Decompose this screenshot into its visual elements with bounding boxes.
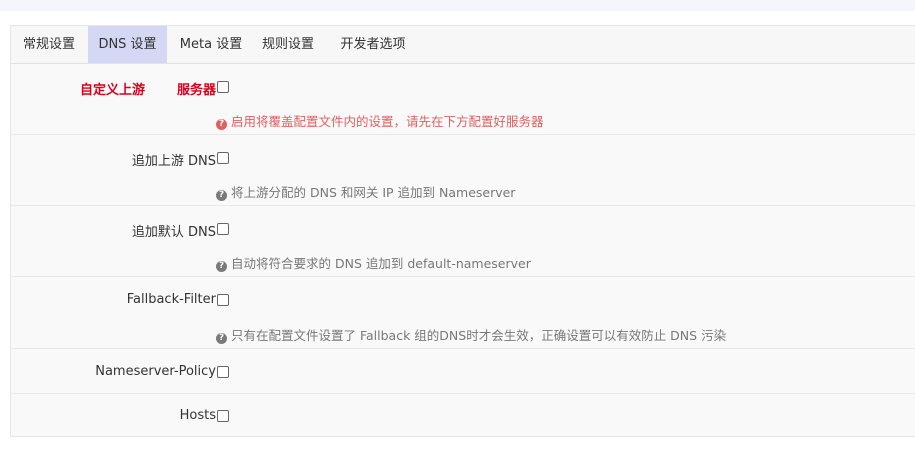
setting-row-hosts: Hosts — [11, 394, 915, 437]
setting-label: 追加默认 DNS — [131, 225, 216, 240]
nameserver-policy-checkbox[interactable] — [217, 366, 229, 378]
setting-row-append-upstream-dns: 追加上游 DNS ? 将上游分配的 DNS 和网关 IP 追加到 Nameserv… — [11, 135, 915, 206]
tab-meta[interactable]: Meta 设置 — [171, 26, 251, 63]
top-strip — [0, 0, 915, 11]
hint-text: 启用将覆盖配置文件内的设置，请先在下方配置好服务器 — [231, 114, 544, 129]
hosts-checkbox[interactable] — [217, 410, 229, 422]
setting-row-append-default-dns: 追加默认 DNS ? 自动将符合要求的 DNS 追加到 default-names… — [11, 206, 915, 277]
question-circle-icon: ? — [216, 261, 227, 272]
setting-row-custom-upstream: 自定义上游 服务器 ? 启用将覆盖配置文件内的设置，请先在下方配置好服务器 — [11, 64, 915, 135]
append-upstream-dns-checkbox[interactable] — [217, 152, 229, 164]
setting-row-fallback-filter: Fallback-Filter ? 只有在配置文件设置了 Fallback 组的D… — [11, 277, 915, 349]
setting-hint: ? 自动将符合要求的 DNS 追加到 default-nameserver — [216, 253, 531, 272]
setting-hint: ? 启用将覆盖配置文件内的设置，请先在下方配置好服务器 — [216, 111, 544, 130]
hint-text: 自动将符合要求的 DNS 追加到 default-nameserver — [231, 256, 531, 271]
setting-hint: ? 将上游分配的 DNS 和网关 IP 追加到 Nameserver — [216, 182, 515, 201]
question-circle-icon: ? — [216, 119, 227, 130]
setting-label: Nameserver-Policy — [95, 364, 216, 379]
hint-text: 将上游分配的 DNS 和网关 IP 追加到 Nameserver — [231, 185, 516, 200]
settings-panel: 常规设置 DNS 设置 Meta 设置 规则设置 开发者选项 自定义上游 服务器… — [10, 25, 915, 437]
setting-label-part2: 服务器 — [176, 83, 216, 98]
setting-row-nameserver-policy: Nameserver-Policy — [11, 349, 915, 394]
setting-label-part1: 自定义上游 — [79, 83, 145, 98]
question-circle-icon: ? — [216, 333, 227, 344]
hint-text: 只有在配置文件设置了 Fallback 组的DNS时才会生效，正确设置可以有效防… — [231, 328, 727, 343]
question-circle-icon: ? — [216, 190, 227, 201]
setting-hint: ? 只有在配置文件设置了 Fallback 组的DNS时才会生效，正确设置可以有效… — [216, 325, 726, 344]
setting-label: Fallback-Filter — [126, 292, 216, 307]
tab-general[interactable]: 常规设置 — [11, 26, 87, 63]
fallback-filter-checkbox[interactable] — [217, 294, 229, 306]
setting-label: 追加上游 DNS — [131, 154, 216, 169]
setting-label: Hosts — [179, 408, 216, 423]
tab-dns[interactable]: DNS 设置 — [88, 26, 167, 63]
tab-rules[interactable]: 规则设置 — [255, 26, 321, 63]
append-default-dns-checkbox[interactable] — [217, 223, 229, 235]
custom-upstream-checkbox[interactable] — [217, 81, 229, 93]
tab-bar: 常规设置 DNS 设置 Meta 设置 规则设置 开发者选项 — [11, 26, 915, 64]
tab-developer[interactable]: 开发者选项 — [333, 26, 413, 63]
